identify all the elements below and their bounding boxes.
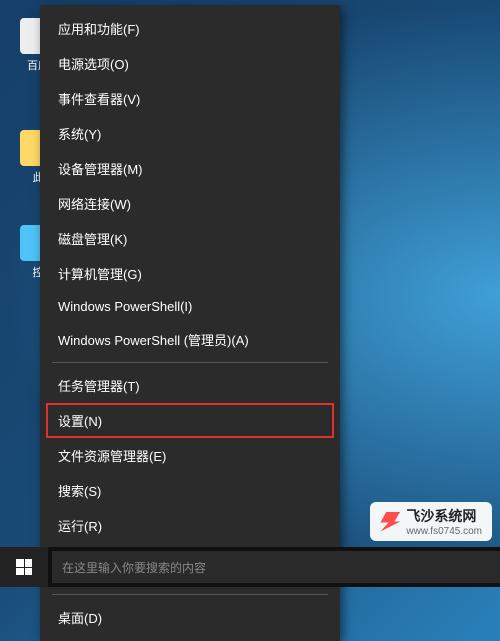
menu-item-network-connections[interactable]: 网络连接(W) [40, 186, 340, 221]
start-button[interactable] [0, 547, 48, 587]
menu-item-disk-management[interactable]: 磁盘管理(K) [40, 221, 340, 256]
menu-divider [52, 362, 328, 363]
menu-divider [52, 594, 328, 595]
menu-item-search[interactable]: 搜索(S) [40, 473, 340, 508]
menu-item-powershell-admin[interactable]: Windows PowerShell (管理员)(A) [40, 322, 340, 357]
menu-item-desktop[interactable]: 桌面(D) [40, 600, 340, 635]
windows-logo-icon [16, 559, 32, 575]
menu-item-system[interactable]: 系统(Y) [40, 116, 340, 151]
taskbar-search[interactable]: 在这里输入你要搜索的内容 [52, 551, 500, 583]
menu-item-run[interactable]: 运行(R) [40, 508, 340, 543]
menu-item-settings[interactable]: 设置(N) [46, 403, 334, 438]
desktop: 百度 此 控 应用和功能(F) 电源选项(O) 事件查看器(V) 系统(Y) 设… [0, 0, 500, 587]
menu-item-apps-features[interactable]: 应用和功能(F) [40, 11, 340, 46]
watermark-badge: 飞沙系统网 www.fs0745.com [370, 502, 492, 541]
watermark-url: www.fs0745.com [406, 526, 482, 537]
winx-context-menu: 应用和功能(F) 电源选项(O) 事件查看器(V) 系统(Y) 设备管理器(M)… [40, 5, 340, 641]
watermark-brand: 飞沙系统网 [406, 508, 476, 524]
menu-item-power-options[interactable]: 电源选项(O) [40, 46, 340, 81]
menu-item-device-manager[interactable]: 设备管理器(M) [40, 151, 340, 186]
menu-item-file-explorer[interactable]: 文件资源管理器(E) [40, 438, 340, 473]
search-placeholder: 在这里输入你要搜索的内容 [62, 559, 206, 576]
menu-item-powershell[interactable]: Windows PowerShell(I) [40, 291, 340, 322]
menu-item-computer-management[interactable]: 计算机管理(G) [40, 256, 340, 291]
taskbar: 在这里输入你要搜索的内容 [0, 547, 500, 587]
menu-item-task-manager[interactable]: 任务管理器(T) [40, 368, 340, 403]
lightning-icon [380, 512, 400, 532]
menu-item-event-viewer[interactable]: 事件查看器(V) [40, 81, 340, 116]
